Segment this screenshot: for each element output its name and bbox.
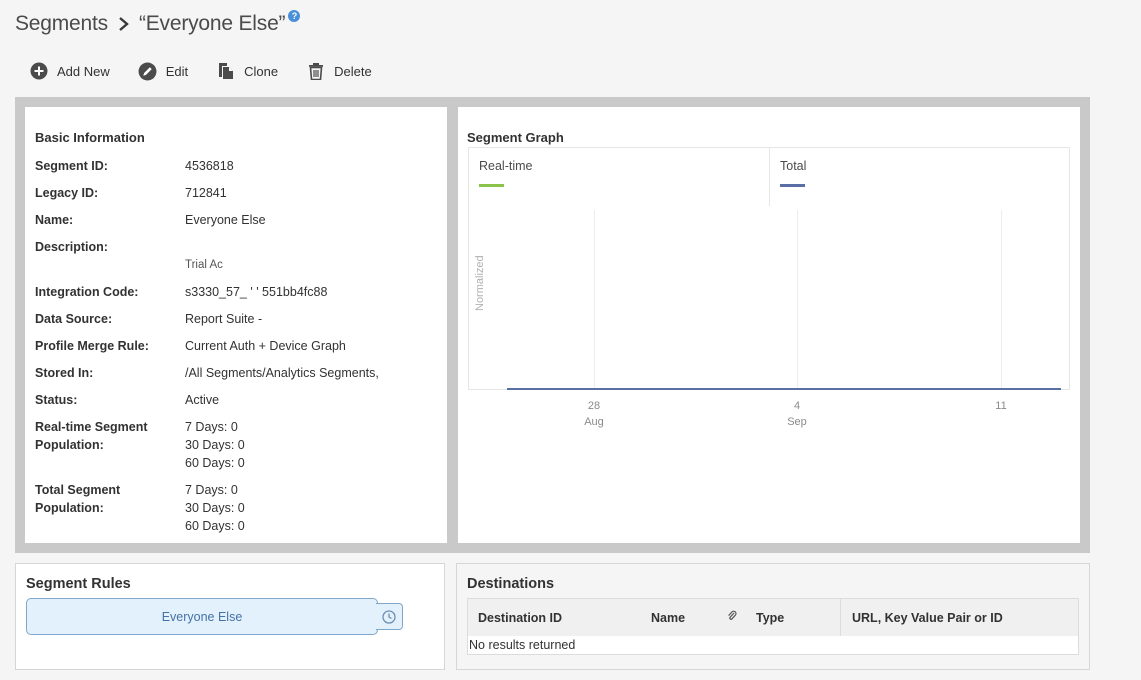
help-icon[interactable]: ? bbox=[288, 10, 301, 22]
column-url[interactable]: URL, Key Value Pair or ID bbox=[852, 611, 1003, 625]
description-value: Trial Ac bbox=[185, 259, 223, 271]
add-new-button[interactable]: Add New bbox=[29, 61, 110, 81]
column-destination-id[interactable]: Destination ID bbox=[478, 611, 562, 625]
basic-information-card: Basic Information Segment ID: 4536818 Le… bbox=[25, 107, 447, 543]
legend-realtime[interactable]: Real-time bbox=[469, 148, 769, 206]
status-row: Status: Active bbox=[35, 391, 219, 409]
segment-rules-panel: Segment Rules Everyone Else bbox=[15, 563, 445, 670]
legacy-id-row: Legacy ID: 712841 bbox=[35, 184, 227, 202]
data-source-label: Data Source: bbox=[35, 312, 113, 326]
basic-information-title: Basic Information bbox=[35, 130, 145, 145]
add-circle-icon bbox=[29, 61, 49, 81]
segment-detail-panel: Basic Information Segment ID: 4536818 Le… bbox=[15, 97, 1090, 553]
clock-icon[interactable] bbox=[376, 603, 403, 630]
legend-realtime-swatch bbox=[479, 184, 504, 187]
stored-in-value: /All Segments/Analytics Segments, bbox=[185, 366, 379, 380]
data-source-row: Data Source: Report Suite - bbox=[35, 310, 262, 328]
status-value: Active bbox=[185, 393, 220, 407]
column-divider bbox=[840, 599, 841, 636]
total-population-label: Total Segment Population: bbox=[35, 483, 121, 515]
gridline bbox=[1001, 210, 1002, 388]
table-header: Destination ID Name Type URL, Key Value … bbox=[468, 599, 1078, 636]
stored-in-label: Stored In: bbox=[35, 366, 94, 380]
add-new-label: Add New bbox=[57, 63, 110, 79]
segment-rules-title: Segment Rules bbox=[26, 576, 131, 592]
clone-label: Clone bbox=[244, 63, 279, 79]
description-row: Description: Trial Ac bbox=[35, 238, 223, 274]
segment-graph-title: Segment Graph bbox=[467, 130, 564, 145]
name-value: Everyone Else bbox=[185, 213, 266, 227]
clone-icon bbox=[216, 61, 236, 81]
chevron-right-icon bbox=[118, 16, 130, 32]
column-type[interactable]: Type bbox=[756, 611, 784, 625]
toolbar: Add New Edit Clone Delete bbox=[29, 59, 400, 83]
gridline bbox=[797, 210, 798, 388]
x-tick-label: 4 Sep bbox=[787, 400, 807, 428]
delete-button[interactable]: Delete bbox=[306, 61, 372, 81]
destinations-panel: Destinations Destination ID Name Type UR… bbox=[456, 563, 1090, 670]
trash-icon bbox=[306, 61, 326, 81]
segment-id-label: Segment ID: bbox=[35, 159, 108, 173]
merge-rule-value: Current Auth + Device Graph bbox=[185, 339, 346, 353]
page-title: “Everyone Else” bbox=[138, 12, 286, 35]
realtime-population-row: Real-time Segment Population: 7 Days: 0 … bbox=[35, 418, 245, 472]
segment-id-value: 4536818 bbox=[185, 159, 234, 173]
legend-total-label: Total bbox=[780, 159, 807, 173]
name-label: Name: bbox=[35, 213, 74, 227]
legend-total-swatch bbox=[780, 184, 805, 187]
realtime-population-label: Real-time Segment Population: bbox=[35, 420, 148, 452]
x-tick-label: 11 bbox=[995, 400, 1007, 412]
segment-graph-card: Segment Graph Real-time Total Normalized… bbox=[458, 107, 1080, 543]
integration-code-row: Integration Code: s3330_57_ ' ' 551bb4fc… bbox=[35, 283, 327, 301]
delete-label: Delete bbox=[334, 63, 372, 79]
paperclip-icon bbox=[727, 610, 737, 625]
legend-realtime-label: Real-time bbox=[479, 159, 533, 173]
segment-id-row: Segment ID: 4536818 bbox=[35, 157, 234, 175]
edit-label: Edit bbox=[165, 63, 189, 79]
edit-button[interactable]: Edit bbox=[138, 61, 188, 81]
empty-state-text: No results returned bbox=[469, 638, 576, 652]
integration-code-value: s3330_57_ ' ' 551bb4fc88 bbox=[185, 285, 328, 299]
description-label: Description: bbox=[35, 240, 108, 254]
total-population-row: Total Segment Population: 7 Days: 0 30 D… bbox=[35, 481, 245, 535]
segment-rule-pill[interactable]: Everyone Else bbox=[26, 598, 378, 635]
y-axis-label: Normalized bbox=[474, 255, 486, 311]
pencil-icon bbox=[138, 61, 158, 81]
integration-code-label: Integration Code: bbox=[35, 285, 139, 299]
destinations-table: Destination ID Name Type URL, Key Value … bbox=[467, 598, 1079, 655]
status-label: Status: bbox=[35, 393, 78, 407]
column-name[interactable]: Name bbox=[651, 611, 685, 625]
x-tick-label: 28 Aug bbox=[584, 400, 604, 428]
data-source-value: Report Suite - bbox=[185, 312, 263, 326]
name-row: Name: Everyone Else bbox=[35, 211, 266, 229]
segment-graph-plot: Real-time Total Normalized bbox=[468, 147, 1070, 390]
merge-rule-label: Profile Merge Rule: bbox=[35, 339, 149, 353]
breadcrumb-root[interactable]: Segments bbox=[15, 12, 108, 36]
stored-in-row: Stored In: /All Segments/Analytics Segme… bbox=[35, 364, 379, 382]
total-series-line bbox=[507, 388, 1061, 390]
merge-rule-row: Profile Merge Rule: Current Auth + Devic… bbox=[35, 337, 346, 355]
clone-button[interactable]: Clone bbox=[216, 61, 278, 81]
realtime-population-value: 7 Days: 0 30 Days: 0 60 Days: 0 bbox=[185, 420, 245, 470]
legacy-id-value: 712841 bbox=[185, 186, 227, 200]
destinations-title: Destinations bbox=[467, 576, 555, 592]
breadcrumb: Segments “Everyone Else” ? bbox=[15, 9, 301, 39]
legacy-id-label: Legacy ID: bbox=[35, 186, 99, 200]
legend-total[interactable]: Total bbox=[770, 148, 1070, 206]
total-population-value: 7 Days: 0 30 Days: 0 60 Days: 0 bbox=[185, 483, 245, 533]
gridline bbox=[594, 210, 595, 388]
